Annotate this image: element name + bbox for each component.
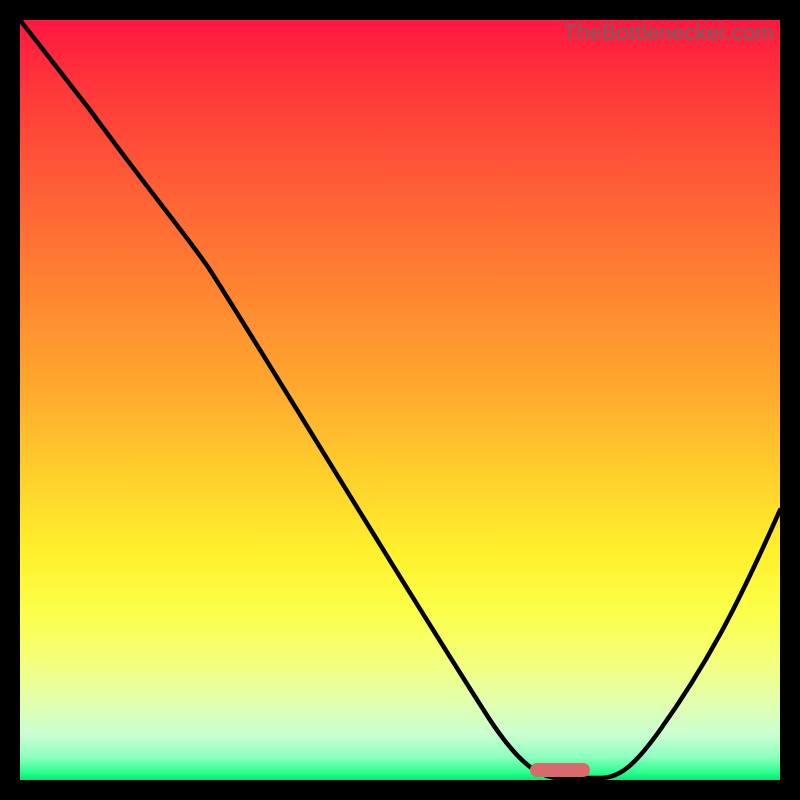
bottleneck-curve	[20, 20, 780, 780]
curve-path	[20, 20, 780, 778]
watermark-text: TheBottlenecker.com	[564, 20, 774, 46]
chart-frame: TheBottlenecker.com	[20, 20, 780, 780]
optimal-marker-pill	[530, 763, 590, 777]
